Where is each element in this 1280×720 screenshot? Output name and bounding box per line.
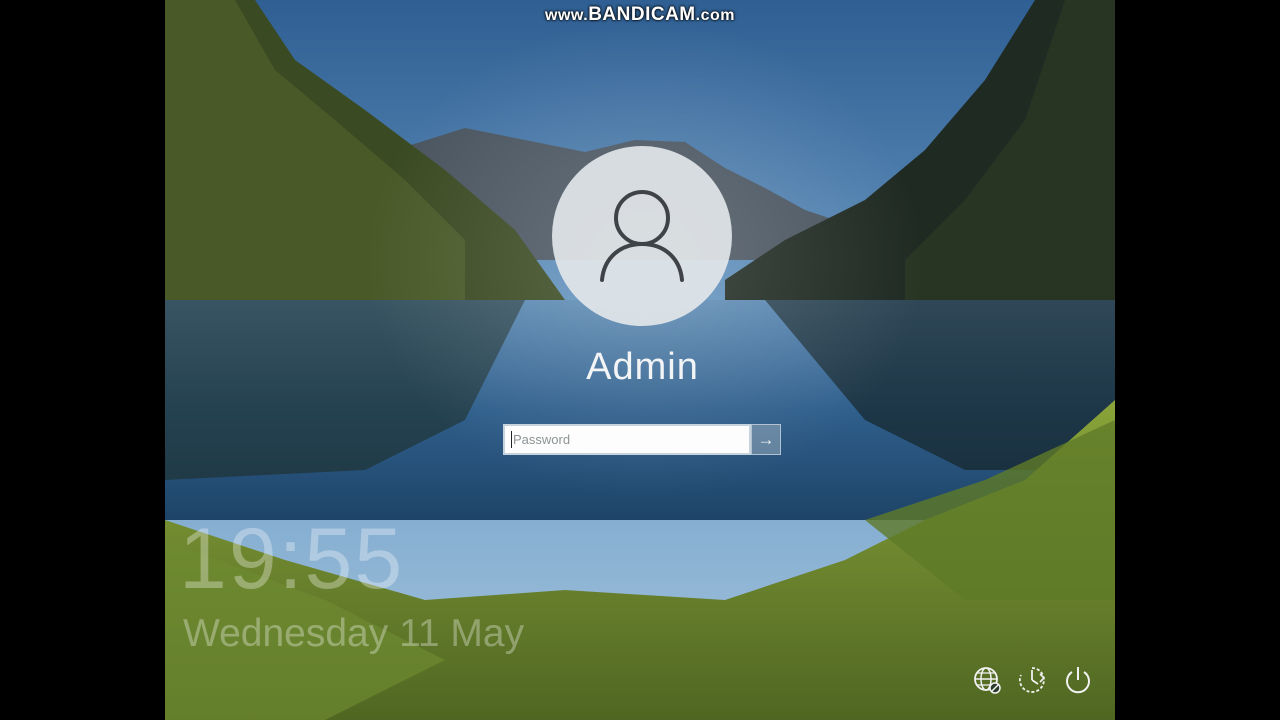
network-icon bbox=[974, 667, 1001, 694]
power-button[interactable] bbox=[1062, 664, 1094, 696]
watermark-brand: BANDICAM bbox=[588, 4, 696, 25]
accessibility-button[interactable] bbox=[1016, 664, 1048, 696]
watermark-suffix: .com bbox=[695, 7, 735, 24]
network-button[interactable] bbox=[971, 664, 1003, 696]
password-input[interactable] bbox=[503, 424, 751, 455]
password-box: → bbox=[503, 424, 781, 455]
username-label: Admin bbox=[586, 346, 699, 388]
text-caret bbox=[511, 431, 512, 448]
accessibility-icon bbox=[1019, 667, 1046, 693]
user-icon bbox=[600, 190, 684, 282]
lock-screen: Admin → 19:55 Wednesday 11 May bbox=[165, 0, 1115, 720]
submit-arrow-button[interactable]: → bbox=[751, 424, 781, 455]
bandicam-watermark: www.BANDICAM.com bbox=[0, 4, 1280, 26]
clock-time: 19:55 bbox=[179, 511, 405, 607]
clock-date: Wednesday 11 May bbox=[183, 612, 525, 655]
user-avatar[interactable] bbox=[552, 146, 732, 326]
watermark-prefix: www. bbox=[545, 7, 589, 24]
arrow-right-icon: → bbox=[757, 430, 775, 449]
power-icon bbox=[1066, 667, 1090, 694]
